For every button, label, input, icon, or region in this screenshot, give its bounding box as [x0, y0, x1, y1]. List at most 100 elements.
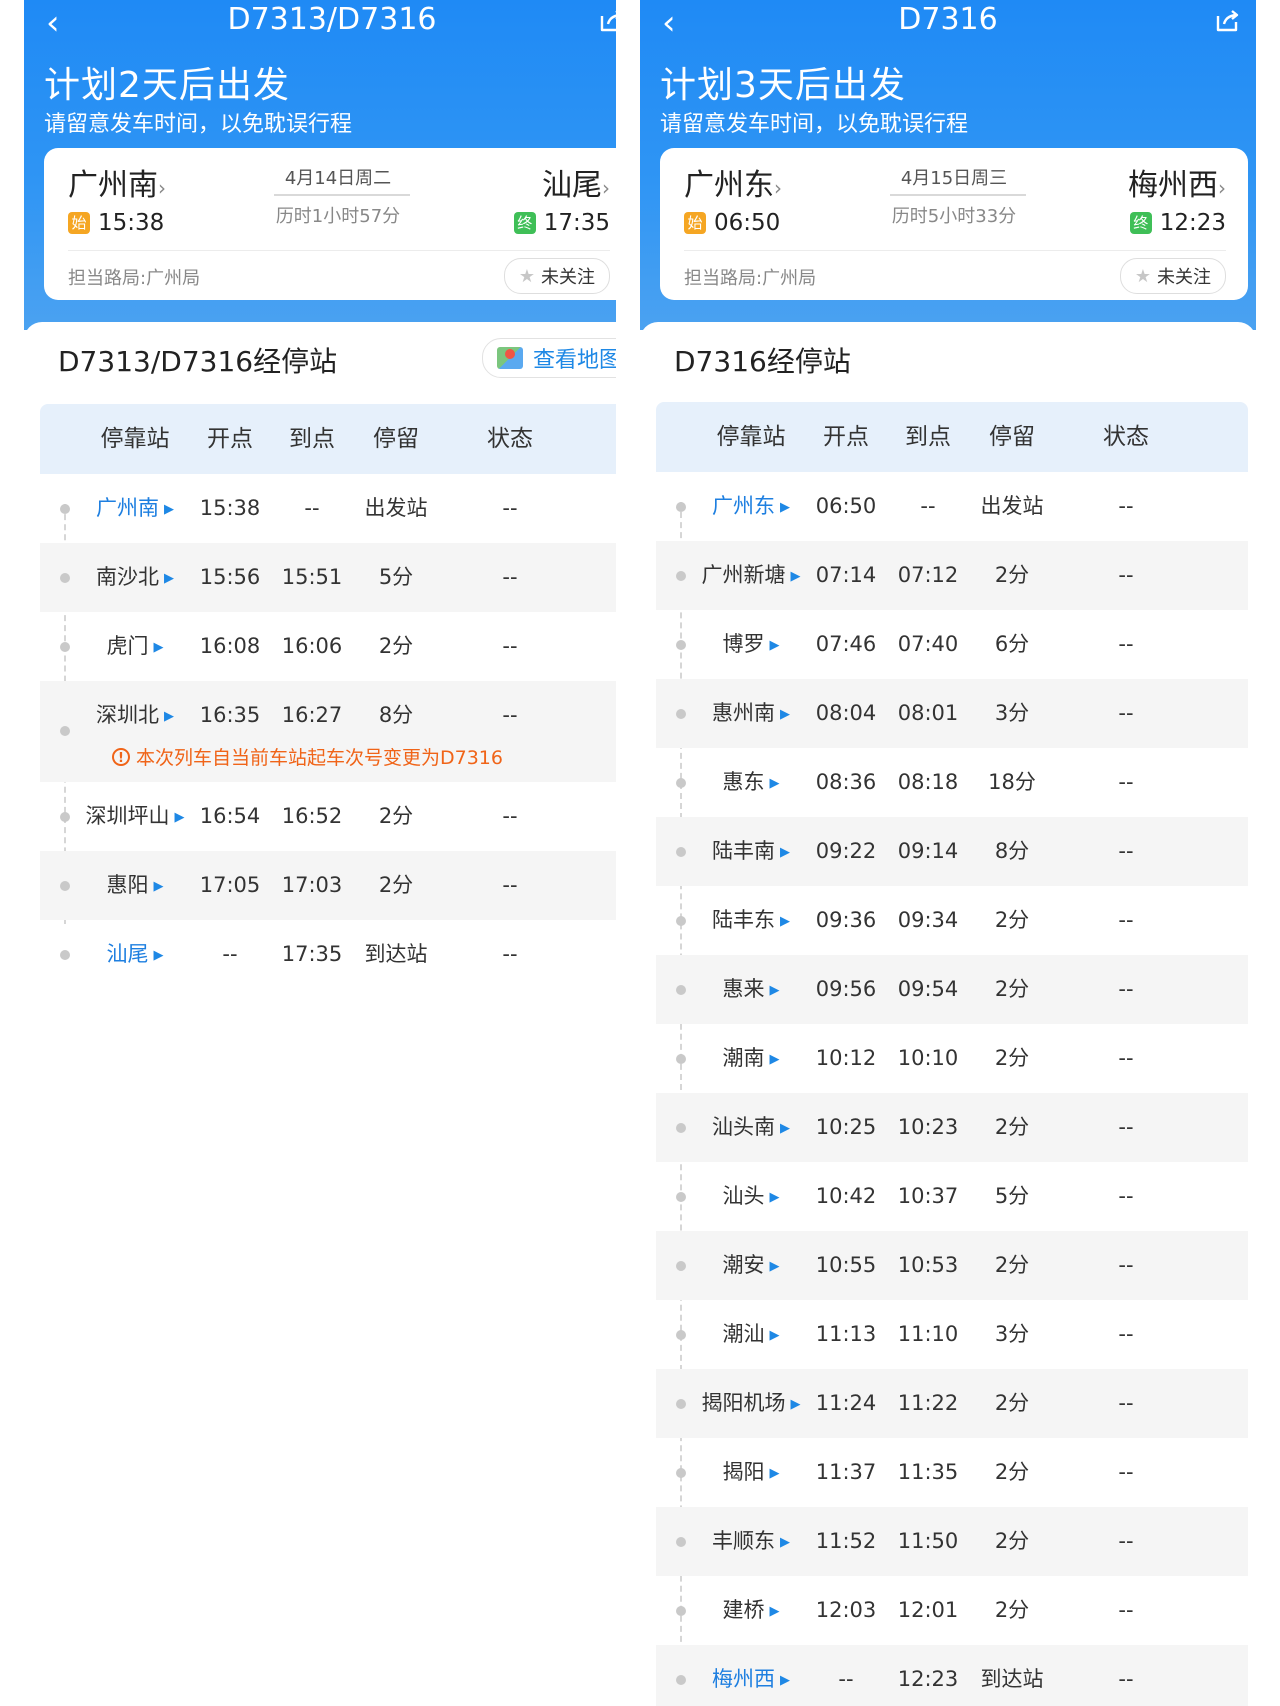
timeline-dot — [676, 778, 686, 788]
play-triangle-icon: ▶ — [780, 1121, 790, 1136]
share-icon[interactable] — [1212, 6, 1242, 36]
nav-bar: ‹ D7313/D7316 — [24, 0, 640, 44]
timeline-dot — [676, 1399, 686, 1409]
table-row[interactable]: 揭阳 ▶ 11:37 11:35 2分 -- — [656, 1438, 1248, 1507]
station-cell[interactable]: 深圳坪山 ▶ — [80, 782, 190, 851]
station-cell[interactable]: 丰顺东 ▶ — [696, 1507, 806, 1576]
table-row[interactable]: 虎门 ▶ 16:08 16:06 2分 -- — [40, 612, 632, 681]
follow-button[interactable]: ★ 未关注 — [503, 258, 610, 294]
station-name: 惠来 — [722, 977, 765, 1001]
arrive-cell: 08:18 — [897, 770, 959, 794]
table-row[interactable]: 广州南 ▶ 15:38 -- 出发站 -- — [40, 474, 632, 543]
station-cell[interactable]: 汕尾 ▶ — [80, 920, 190, 989]
station-cell[interactable]: 建桥 ▶ — [696, 1576, 806, 1645]
table-row[interactable]: 广州东 ▶ 06:50 -- 出发站 -- — [656, 472, 1248, 541]
station-cell[interactable]: 陆丰东 ▶ — [696, 886, 806, 955]
header: ‹ D7316 计划3天后出发 请留意发车时间，以免耽误行程 广州东› 梅州西›… — [640, 0, 1256, 330]
station-cell[interactable]: 惠东 ▶ — [696, 748, 806, 817]
table-row[interactable]: 惠来 ▶ 09:56 09:54 2分 -- — [656, 955, 1248, 1024]
stay-cell: 3分 — [994, 701, 1030, 725]
station-name: 广州新塘 — [701, 563, 786, 587]
table-row[interactable]: 博罗 ▶ 07:46 07:40 6分 -- — [656, 610, 1248, 679]
station-cell[interactable]: 汕头 ▶ — [696, 1162, 806, 1231]
table-row[interactable]: 梅州西 ▶ -- 12:23 到达站 -- — [656, 1645, 1248, 1706]
table-row[interactable]: 丰顺东 ▶ 11:52 11:50 2分 -- — [656, 1507, 1248, 1576]
table-row[interactable]: 陆丰东 ▶ 09:36 09:34 2分 -- — [656, 886, 1248, 955]
table-header: 停靠站 开点 到点 停留 状态 — [40, 404, 632, 474]
table-row[interactable]: 深圳北 ▶ 16:35 16:27 8分 --! 本次列车自当前车站起车次号变更为D7316 — [40, 681, 632, 782]
nav-bar: ‹ D7316 — [640, 0, 1256, 44]
table-row[interactable]: 惠州南 ▶ 08:04 08:01 3分 -- — [656, 679, 1248, 748]
depart-cell: 07:46 — [815, 632, 877, 656]
arrive-cell: 16:06 — [281, 634, 343, 658]
play-triangle-icon: ▶ — [174, 810, 185, 825]
status-cell: -- — [1118, 701, 1134, 725]
arrive-cell: 17:35 — [281, 942, 343, 966]
station-cell[interactable]: 潮安 ▶ — [696, 1231, 806, 1300]
station-cell[interactable]: 博罗 ▶ — [696, 610, 806, 679]
play-triangle-icon: ▶ — [780, 845, 790, 860]
depart-time-value: 15:38 — [98, 210, 165, 236]
depart-cell: 15:56 — [199, 565, 261, 589]
station-cell[interactable]: 揭阳机场 ▶ — [696, 1369, 806, 1438]
play-triangle-icon: ▶ — [769, 1259, 780, 1274]
station-cell[interactable]: 惠州南 ▶ — [696, 679, 806, 748]
station-cell[interactable]: 潮南 ▶ — [696, 1024, 806, 1093]
depart-cell: 10:42 — [815, 1184, 877, 1208]
station-cell[interactable]: 汕头南 ▶ — [696, 1093, 806, 1162]
station-name: 广州南 — [96, 496, 159, 520]
follow-button[interactable]: ★ 未关注 — [1119, 258, 1226, 294]
star-icon: ★ — [518, 265, 535, 287]
table-row[interactable]: 陆丰南 ▶ 09:22 09:14 8分 -- — [656, 817, 1248, 886]
table-row[interactable]: 汕头南 ▶ 10:25 10:23 2分 -- — [656, 1093, 1248, 1162]
station-cell[interactable]: 惠阳 ▶ — [80, 851, 190, 920]
station-cell[interactable]: 陆丰南 ▶ — [696, 817, 806, 886]
table-row[interactable]: 揭阳机场 ▶ 11:24 11:22 2分 -- — [656, 1369, 1248, 1438]
table-row[interactable]: 南沙北 ▶ 15:56 15:51 5分 -- — [40, 543, 632, 612]
comparison-screenshot: ‹ D7313/D7316 计划2天后出发 请留意发车时间，以免耽误行程 广州南… — [0, 0, 1280, 1706]
station-name: 丰顺东 — [712, 1529, 775, 1553]
station-cell[interactable]: 潮汕 ▶ — [696, 1300, 806, 1369]
station-cell[interactable]: 广州新塘 ▶ — [696, 541, 806, 610]
station-name: 梅州西 — [712, 1667, 775, 1691]
right-panel: ‹ D7316 计划3天后出发 请留意发车时间，以免耽误行程 广州东› 梅州西›… — [640, 0, 1256, 1706]
arrive-cell: 12:23 — [897, 1667, 959, 1691]
table-row[interactable]: 潮南 ▶ 10:12 10:10 2分 -- — [656, 1024, 1248, 1093]
table-row[interactable]: 惠阳 ▶ 17:05 17:03 2分 -- — [40, 851, 632, 920]
stay-cell: 出发站 — [364, 496, 428, 520]
table-row[interactable]: 惠东 ▶ 08:36 08:18 18分 -- — [656, 748, 1248, 817]
stay-cell: 2分 — [378, 634, 414, 658]
depart-cell: 07:14 — [815, 563, 877, 587]
station-cell[interactable]: 广州南 ▶ — [80, 474, 190, 543]
depart-cell: 11:52 — [815, 1529, 877, 1553]
col-status: 状态 — [1103, 424, 1149, 450]
table-row[interactable]: 汕尾 ▶ -- 17:35 到达站 -- — [40, 920, 632, 989]
table-row[interactable]: 深圳坪山 ▶ 16:54 16:52 2分 -- — [40, 782, 632, 851]
station-cell[interactable]: 广州东 ▶ — [696, 472, 806, 541]
timeline-dot — [676, 1675, 686, 1685]
table-row[interactable]: 汕头 ▶ 10:42 10:37 5分 -- — [656, 1162, 1248, 1231]
status-cell: -- — [1118, 1184, 1134, 1208]
table-row[interactable]: 建桥 ▶ 12:03 12:01 2分 -- — [656, 1576, 1248, 1645]
col-depart: 开点 — [207, 426, 253, 452]
status-cell: -- — [1118, 1460, 1134, 1484]
status-cell: -- — [1118, 1253, 1134, 1277]
status-cell: -- — [1118, 1115, 1134, 1139]
view-map-button[interactable]: 查看地图 — [481, 338, 636, 378]
table-row[interactable]: 潮汕 ▶ 11:13 11:10 3分 -- — [656, 1300, 1248, 1369]
play-triangle-icon: ▶ — [780, 1673, 790, 1688]
station-cell[interactable]: 梅州西 ▶ — [696, 1645, 806, 1706]
arrive-cell: 07:12 — [897, 563, 959, 587]
station-cell[interactable]: 虎门 ▶ — [80, 612, 190, 681]
departure-reminder: 请留意发车时间，以免耽误行程 — [44, 112, 353, 137]
table-body: 广州南 ▶ 15:38 -- 出发站 -- 南沙北 ▶ 15:56 15:51 5分 -- 虎门 ▶ 16:… — [40, 474, 632, 989]
card-divider — [68, 250, 610, 251]
play-triangle-icon: ▶ — [153, 879, 164, 894]
station-cell[interactable]: 南沙北 ▶ — [80, 543, 190, 612]
station-cell[interactable]: 深圳北 ▶ — [80, 681, 190, 750]
table-row[interactable]: 广州新塘 ▶ 07:14 07:12 2分 -- — [656, 541, 1248, 610]
station-cell[interactable]: 揭阳 ▶ — [696, 1438, 806, 1507]
table-row[interactable]: 潮安 ▶ 10:55 10:53 2分 -- — [656, 1231, 1248, 1300]
station-cell[interactable]: 惠来 ▶ — [696, 955, 806, 1024]
status-cell: -- — [1118, 1598, 1134, 1622]
